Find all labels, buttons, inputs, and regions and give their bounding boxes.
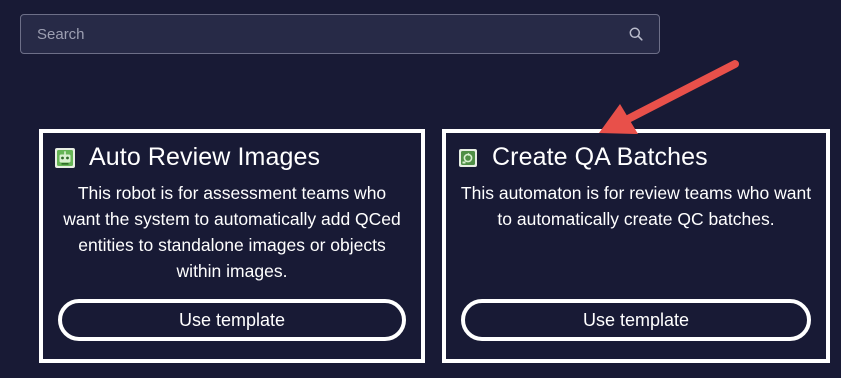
batch-icon	[458, 148, 478, 168]
use-template-button[interactable]: Use template	[461, 299, 811, 341]
card-header: Auto Review Images	[55, 143, 320, 172]
use-template-button[interactable]: Use template	[58, 299, 406, 341]
robot-icon	[55, 147, 75, 168]
template-card-create-qa-batches: Create QA Batches This automaton is for …	[442, 129, 830, 363]
search-bar	[20, 14, 660, 54]
search-input[interactable]	[21, 15, 621, 53]
card-title: Auto Review Images	[89, 143, 321, 171]
card-description: This robot is for assessment teams who w…	[63, 183, 401, 281]
automation-templates-page: Auto Review Images This robot is for ass…	[0, 0, 841, 378]
card-description: This automaton is for review teams who w…	[460, 183, 812, 229]
card-header: Create QA Batches	[458, 143, 708, 172]
search-icon[interactable]	[621, 15, 651, 53]
template-card-auto-review-images: Auto Review Images This robot is for ass…	[39, 129, 425, 363]
card-title: Create QA Batches	[492, 143, 708, 171]
